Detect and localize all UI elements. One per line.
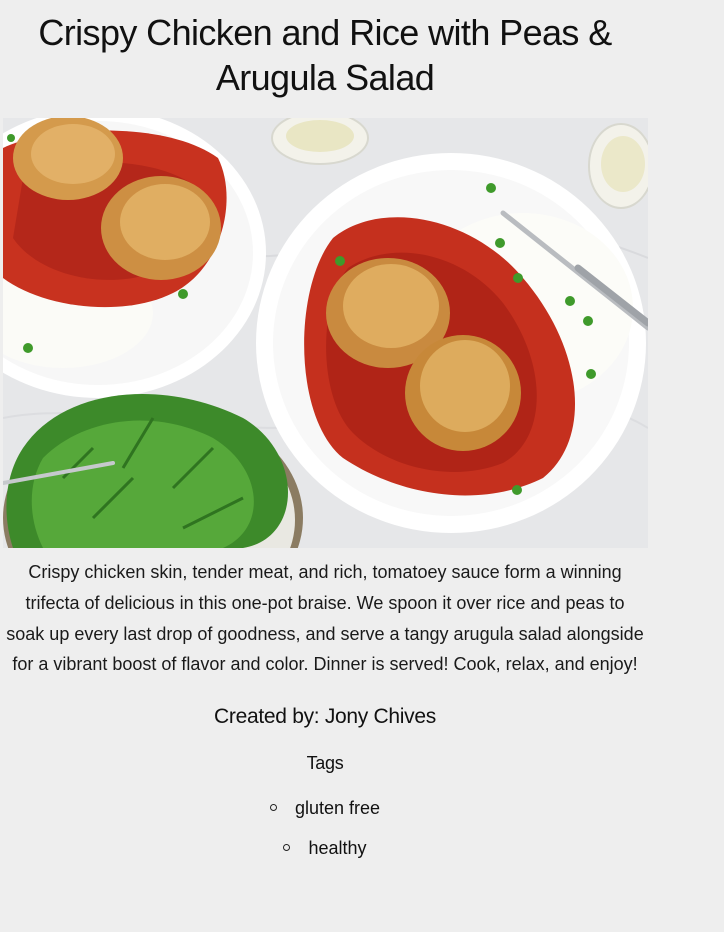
recipe-description: Crispy chicken skin, tender meat, and ri… — [6, 562, 644, 675]
recipe-photo — [3, 118, 648, 548]
recipe-author: Created by: Jony Chives — [214, 705, 436, 729]
recipe-card: Crispy Chicken and Rice with Peas & Arug… — [0, 0, 650, 868]
tags-list: gluten free healthy — [0, 788, 650, 868]
bullet-circle-icon — [283, 843, 291, 851]
recipe-page: Crispy Chicken and Rice with Peas & Arug… — [0, 0, 724, 932]
tag-item: gluten free — [0, 788, 650, 828]
tag-label: healthy — [308, 838, 367, 859]
tags-heading: Tags — [306, 753, 344, 774]
tag-label: gluten free — [294, 798, 381, 819]
bullet-circle-icon — [269, 803, 277, 811]
recipe-title: Crispy Chicken and Rice with Peas & Arug… — [38, 12, 612, 98]
tag-item: healthy — [0, 828, 650, 868]
